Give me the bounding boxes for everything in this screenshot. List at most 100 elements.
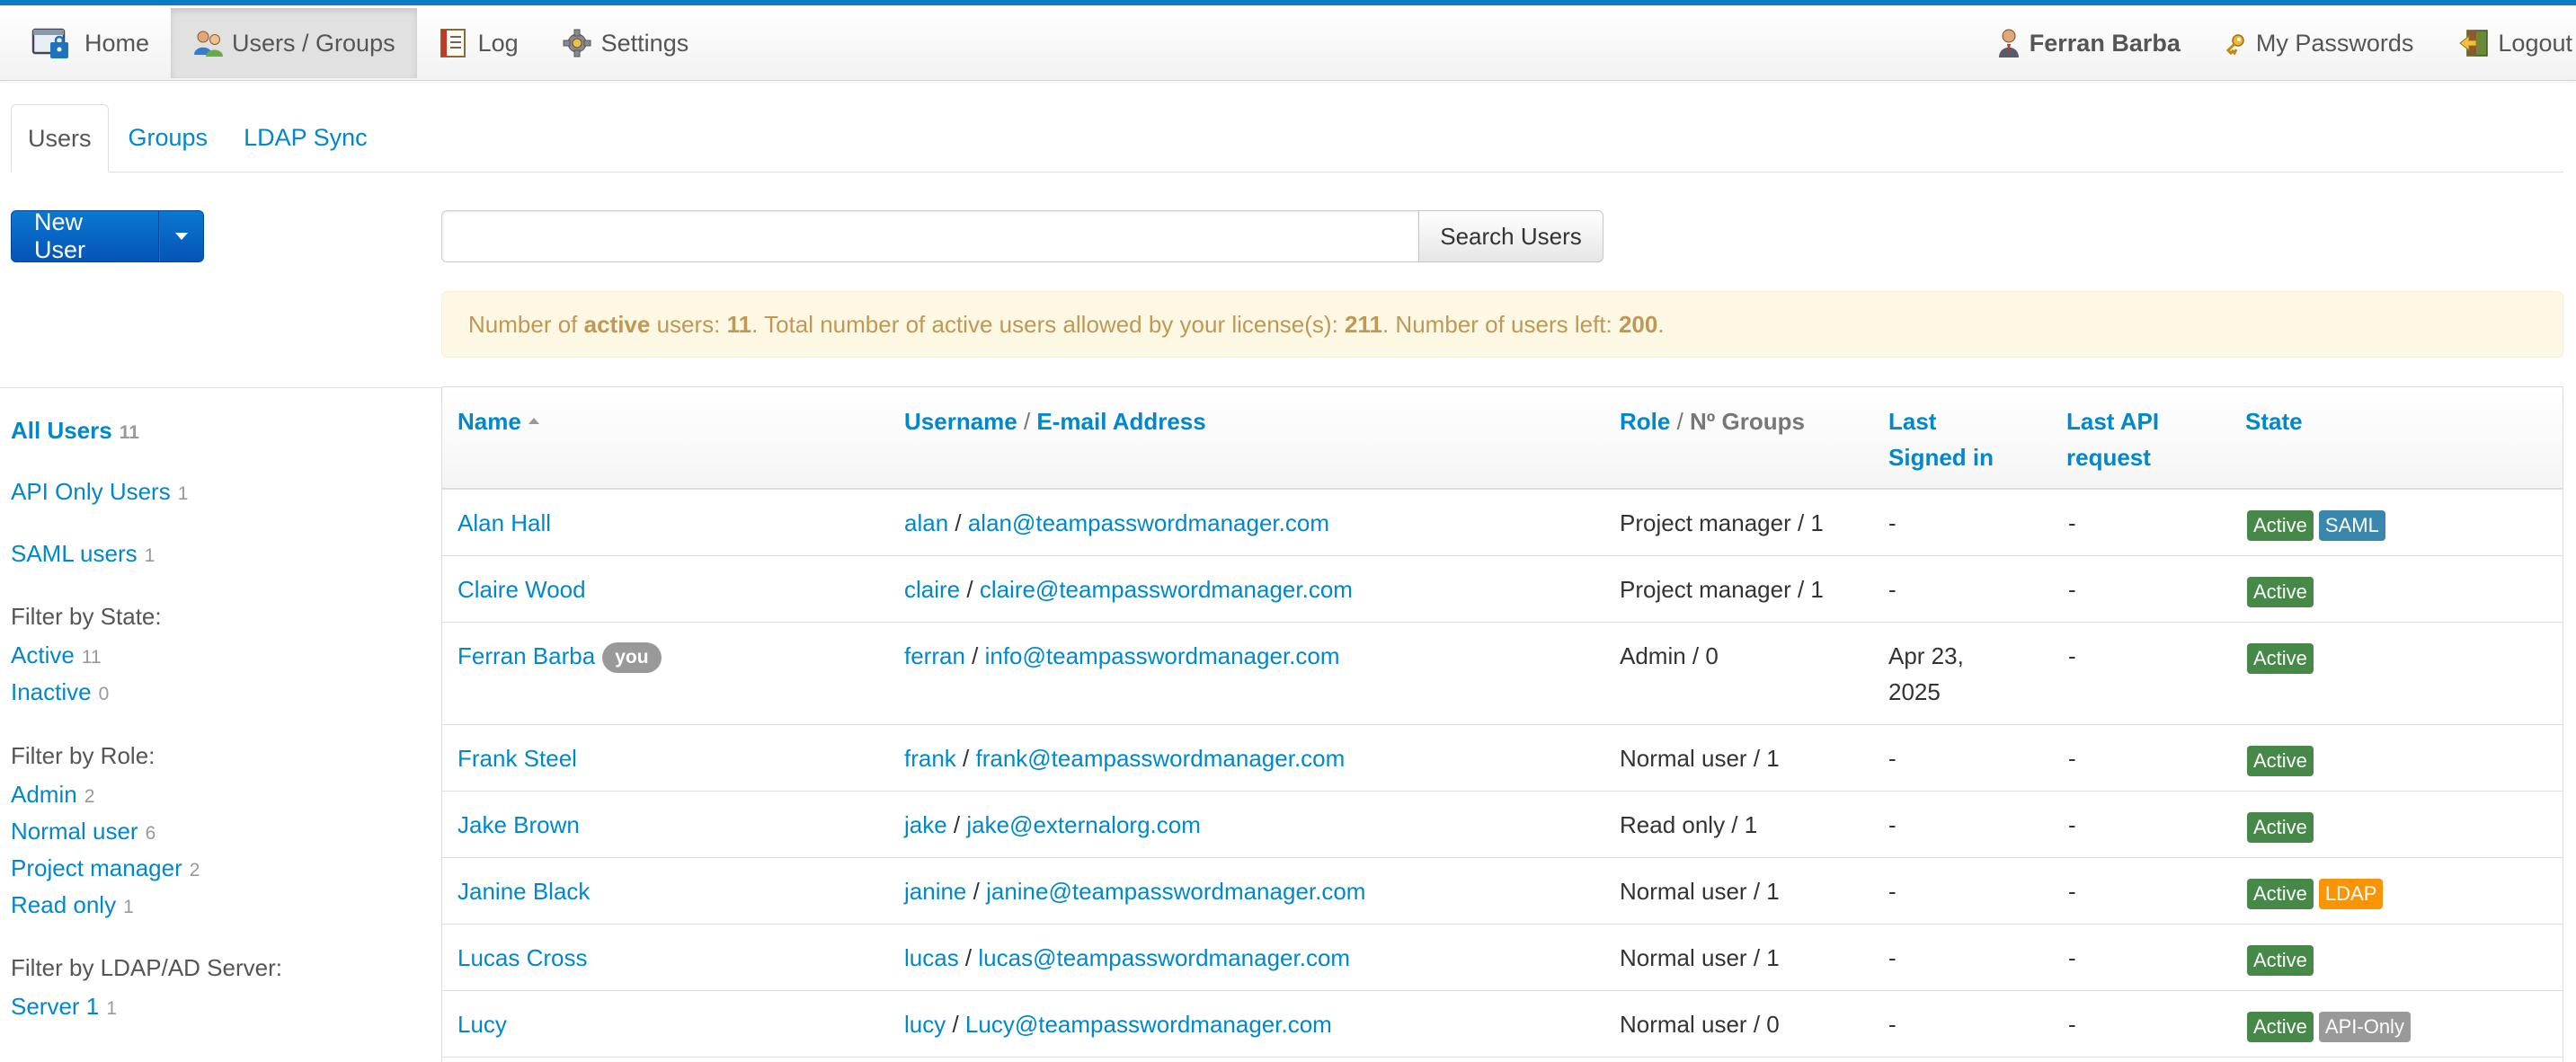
state-cell: Active SAML xyxy=(2247,506,2391,542)
sort-by-name[interactable]: Name xyxy=(457,408,521,435)
alert-text-2: users: xyxy=(650,310,727,338)
user-name-link[interactable]: Jake Brown xyxy=(457,811,580,838)
filter-state-heading: Filter by State: xyxy=(11,603,162,630)
state-label: Active xyxy=(2247,945,2314,977)
last-api-request-cell: - xyxy=(2068,944,2076,971)
column-header-role-groups: Role / Nº Groups xyxy=(1620,403,1805,439)
header-last-signed-2: Signed in xyxy=(1888,444,1994,471)
filter-ldap-server-1[interactable]: Server 1 1 xyxy=(11,993,117,1021)
username-link[interactable]: ferran xyxy=(904,642,965,669)
username-link[interactable]: claire xyxy=(904,576,960,603)
column-header-last-api-request[interactable]: Last API request xyxy=(2066,403,2159,475)
email-link[interactable]: jake@externalorg.com xyxy=(966,811,1201,838)
table-row: Frank Steel frank / frank@teampasswordman… xyxy=(442,725,2563,792)
nav-settings[interactable]: Settings xyxy=(540,8,711,78)
last-signed-in-cell: - xyxy=(1888,940,1896,976)
filter-role-admin[interactable]: Admin 2 xyxy=(11,781,94,809)
email-link[interactable]: info@teampasswordmanager.com xyxy=(985,642,1340,669)
table-row: Lucas Cross lucas / lucas@teampasswordman… xyxy=(442,925,2563,991)
user-name-link[interactable]: Ferran Barba xyxy=(457,642,595,669)
username-link[interactable]: frank xyxy=(904,745,956,772)
search-users-input[interactable] xyxy=(441,210,1419,262)
table-row: Janine Black janine / janine@teampassword… xyxy=(442,858,2563,925)
state-label: Active xyxy=(2247,577,2314,608)
separator: / xyxy=(964,642,985,669)
nav-log[interactable]: Log xyxy=(417,8,540,78)
email-link[interactable]: Lucy@teampasswordmanager.com xyxy=(965,1011,1332,1038)
role-groups-cell: Project manager / 1 xyxy=(1620,509,1824,536)
filter-all-users[interactable]: All Users 11 xyxy=(11,417,139,445)
last-api-request-cell: - xyxy=(2068,878,2076,905)
license-info-alert: Number of active users: 11. Total number… xyxy=(441,291,2563,358)
sort-by-username[interactable]: Username xyxy=(904,408,1017,435)
user-name-link[interactable]: Lucy xyxy=(457,1011,507,1038)
filter-state-inactive[interactable]: Inactive 0 xyxy=(11,678,109,706)
state-cell: Active API-Only xyxy=(2247,1007,2416,1043)
user-name-link[interactable]: Alan Hall xyxy=(457,509,551,536)
nav-current-user[interactable]: Ferran Barba xyxy=(1976,8,2204,78)
table-row: Claire Wood claire / claire@teampasswordm… xyxy=(442,556,2563,623)
alert-text-1: Number of xyxy=(468,310,584,338)
alert-users-left: 200 xyxy=(1618,310,1658,338)
filter-state-active[interactable]: Active 11 xyxy=(11,642,102,669)
filter-role-heading: Filter by Role: xyxy=(11,742,155,769)
nav-log-label: Log xyxy=(477,29,519,57)
last-signed-in-line-1: - xyxy=(1888,811,1896,838)
filter-ldap-count: 1 xyxy=(106,998,117,1019)
user-icon xyxy=(1997,28,2021,58)
search-users-button[interactable]: Search Users xyxy=(1418,210,1603,262)
nav-my-passwords-label: My Passwords xyxy=(2255,29,2414,57)
nav-settings-label: Settings xyxy=(600,29,689,57)
username-link[interactable]: alan xyxy=(904,509,948,536)
email-link[interactable]: lucas@teampasswordmanager.com xyxy=(978,944,1350,971)
filter-role-count: 1 xyxy=(123,897,134,917)
header-groups: Nº Groups xyxy=(1690,408,1805,435)
logout-icon xyxy=(2458,28,2489,58)
nav-users-groups[interactable]: Users / Groups xyxy=(171,8,417,78)
last-signed-in-cell: - xyxy=(1888,873,1896,909)
nav-home[interactable]: Home xyxy=(0,8,171,78)
filter-role-project-manager[interactable]: Project manager 2 xyxy=(11,854,200,882)
last-signed-in-line-2: 2025 xyxy=(1888,678,1941,705)
user-name-link[interactable]: Lucas Cross xyxy=(457,944,588,971)
username-link[interactable]: lucas xyxy=(904,944,959,971)
role-groups-cell: Normal user / 1 xyxy=(1620,944,1780,971)
filter-saml-users[interactable]: SAML users 1 xyxy=(11,540,155,568)
email-link[interactable]: janine@teampasswordmanager.com xyxy=(986,878,1365,905)
filter-api-only-users[interactable]: API Only Users 1 xyxy=(11,478,188,506)
user-name-link[interactable]: Frank Steel xyxy=(457,745,577,772)
new-user-dropdown-toggle[interactable] xyxy=(159,210,204,262)
last-api-request-cell: - xyxy=(2068,642,2076,669)
sort-by-role[interactable]: Role xyxy=(1620,408,1670,435)
tab-users[interactable]: Users xyxy=(11,104,109,173)
tab-groups[interactable]: Groups xyxy=(112,103,225,172)
nav-logout[interactable]: Logout xyxy=(2437,8,2576,78)
username-link[interactable]: lucy xyxy=(904,1011,946,1038)
column-header-last-signed-in[interactable]: Last Signed in xyxy=(1888,403,1994,475)
username-link[interactable]: jake xyxy=(904,811,947,838)
email-link[interactable]: alan@teampasswordmanager.com xyxy=(968,509,1329,536)
sort-by-email[interactable]: E-mail Address xyxy=(1036,408,1205,435)
user-name-link[interactable]: Claire Wood xyxy=(457,576,586,603)
filter-all-users-label: All Users xyxy=(11,417,112,444)
tab-ldap-sync[interactable]: LDAP Sync xyxy=(227,103,384,172)
user-nav: Ferran Barba My Passwords Logout xyxy=(1976,5,2576,81)
username-link[interactable]: janine xyxy=(904,878,966,905)
nav-my-passwords[interactable]: My Passwords xyxy=(2204,8,2438,78)
filter-role-normal-user[interactable]: Normal user 6 xyxy=(11,818,155,845)
header-last-api-2: request xyxy=(2066,444,2151,471)
sort-asc-icon xyxy=(528,417,539,424)
email-link[interactable]: frank@teampasswordmanager.com xyxy=(975,745,1345,772)
user-name-cell: Jake Brown xyxy=(457,807,580,843)
email-link[interactable]: claire@teampasswordmanager.com xyxy=(980,576,1353,603)
column-header-state[interactable]: State xyxy=(2245,403,2303,439)
new-user-button[interactable]: New User xyxy=(11,208,159,263)
users-icon xyxy=(192,28,224,58)
state-cell: Active xyxy=(2247,639,2319,675)
column-header-name: Name xyxy=(457,403,539,439)
filter-role-read-only[interactable]: Read only 1 xyxy=(11,891,134,919)
filter-state-count: 0 xyxy=(98,684,110,704)
user-name-link[interactable]: Janine Black xyxy=(457,878,590,905)
new-user-button-group: New User xyxy=(11,208,204,263)
last-signed-in-line-1: - xyxy=(1888,1011,1896,1038)
